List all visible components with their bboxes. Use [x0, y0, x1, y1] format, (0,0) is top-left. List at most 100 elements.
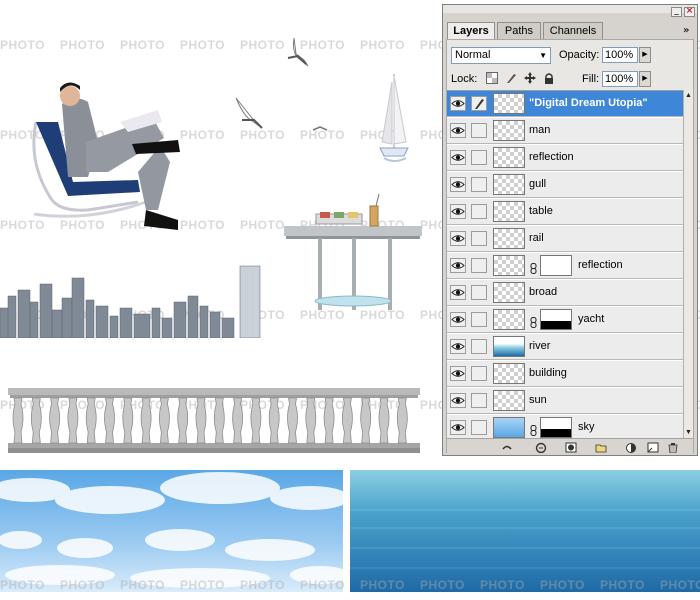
layer-row[interactable]: rail: [447, 226, 683, 252]
tab-channels[interactable]: Channels: [543, 22, 603, 39]
baluster: [49, 397, 60, 444]
layer-row[interactable]: gull: [447, 172, 683, 198]
link-cell[interactable]: [471, 231, 487, 246]
eye-visibility-icon[interactable]: [450, 258, 466, 273]
adjustment-layer-icon[interactable]: [625, 440, 637, 453]
link-cell[interactable]: [471, 312, 487, 327]
fill-input[interactable]: 100%: [602, 71, 638, 87]
fill-label: Fill:: [582, 73, 600, 85]
tab-paths[interactable]: Paths: [497, 22, 541, 39]
opacity-input[interactable]: 100%: [602, 47, 638, 63]
layer-thumbnail[interactable]: [493, 336, 525, 357]
link-cell[interactable]: [471, 393, 487, 408]
eye-visibility-icon[interactable]: [450, 312, 466, 327]
link-cell[interactable]: [471, 204, 487, 219]
balustrade-rail: [8, 388, 420, 453]
layer-thumbnail[interactable]: [493, 147, 525, 168]
chain-link-icon[interactable]: [530, 315, 537, 328]
link-cell[interactable]: [471, 123, 487, 138]
lock-all-icon[interactable]: [543, 72, 555, 84]
eye-visibility-icon[interactable]: [450, 420, 466, 435]
add-mask-icon[interactable]: [565, 440, 577, 453]
blend-mode-dropdown[interactable]: Normal ▼: [451, 47, 551, 64]
layer-thumbnail[interactable]: [493, 282, 525, 303]
yacht-image: [379, 74, 409, 162]
brush-active-icon[interactable]: [471, 96, 487, 111]
baluster: [177, 397, 189, 444]
layer-row[interactable]: broad: [447, 280, 683, 306]
new-layer-icon[interactable]: [647, 440, 659, 453]
opacity-slider-arrow[interactable]: ▶: [639, 47, 651, 63]
layer-row[interactable]: sun: [447, 388, 683, 414]
layer-thumbnail[interactable]: [493, 120, 525, 141]
fill-slider-arrow[interactable]: ▶: [639, 71, 651, 87]
layer-mask-thumbnail[interactable]: [540, 417, 572, 438]
baluster: [12, 397, 24, 444]
eye-visibility-icon[interactable]: [450, 177, 466, 192]
layers-bottom-toolbar: [447, 438, 693, 454]
lock-position-move-icon[interactable]: [524, 72, 536, 84]
link-cell[interactable]: [471, 366, 487, 381]
layer-row[interactable]: building: [447, 361, 683, 387]
layer-name: rail: [529, 232, 544, 244]
layer-row[interactable]: river: [447, 334, 683, 360]
layer-row[interactable]: yacht: [447, 307, 683, 333]
link-cell[interactable]: [471, 339, 487, 354]
watermark-text: PHOTO: [120, 38, 165, 52]
scroll-up-icon[interactable]: ▲: [685, 92, 692, 99]
panel-menu-icon[interactable]: »: [683, 25, 689, 36]
eye-visibility-icon[interactable]: [450, 123, 466, 138]
layer-name: building: [529, 367, 567, 379]
lock-pixels-brush-icon[interactable]: [505, 72, 517, 84]
layer-thumbnail[interactable]: [493, 309, 525, 330]
delete-layer-icon[interactable]: [667, 440, 679, 454]
layer-name: gull: [529, 178, 547, 190]
chain-link-icon[interactable]: [530, 423, 537, 436]
minimize-button[interactable]: _: [671, 7, 682, 17]
layer-thumbnail[interactable]: [493, 201, 525, 222]
layer-thumbnail[interactable]: [493, 363, 525, 384]
scroll-down-icon[interactable]: ▼: [685, 429, 692, 436]
layer-row[interactable]: reflection: [447, 253, 683, 279]
layer-row[interactable]: reflection: [447, 145, 683, 171]
layer-mask-thumbnail[interactable]: [540, 255, 572, 276]
chain-link-icon[interactable]: [530, 261, 537, 274]
layer-thumbnail[interactable]: [493, 93, 525, 114]
layer-row[interactable]: table: [447, 199, 683, 225]
layer-thumbnail[interactable]: [493, 174, 525, 195]
city-buildings-image: [0, 265, 261, 338]
gull-3-image: [312, 126, 328, 131]
layer-thumbnail[interactable]: [493, 228, 525, 249]
tab-layers[interactable]: Layers: [447, 22, 495, 40]
link-cell[interactable]: [471, 420, 487, 435]
eye-visibility-icon[interactable]: [450, 285, 466, 300]
eye-visibility-icon[interactable]: [450, 231, 466, 246]
layer-thumbnail[interactable]: [493, 255, 525, 276]
layers-scrollbar[interactable]: ▲ ▼: [683, 90, 693, 438]
eye-visibility-icon[interactable]: [450, 150, 466, 165]
close-button[interactable]: ×: [684, 7, 695, 17]
link-layers-icon[interactable]: [501, 440, 513, 451]
lock-transparency-icon[interactable]: [486, 72, 498, 84]
link-cell[interactable]: [471, 150, 487, 165]
eye-visibility-icon[interactable]: [450, 204, 466, 219]
sea-photo: [350, 470, 700, 592]
layer-row[interactable]: "Digital Dream Utopia": [447, 91, 683, 117]
panel-grip[interactable]: [443, 5, 697, 13]
eye-visibility-icon[interactable]: [450, 339, 466, 354]
layer-style-icon[interactable]: [535, 440, 547, 454]
watermark-text: PHOTO: [300, 128, 345, 142]
layer-row[interactable]: man: [447, 118, 683, 144]
layer-name: man: [529, 124, 551, 136]
eye-visibility-icon[interactable]: [450, 96, 466, 111]
new-group-icon[interactable]: [595, 440, 607, 453]
layer-thumbnail[interactable]: [493, 417, 525, 438]
link-cell[interactable]: [471, 177, 487, 192]
link-cell[interactable]: [471, 285, 487, 300]
layer-thumbnail[interactable]: [493, 390, 525, 411]
link-cell[interactable]: [471, 258, 487, 273]
eye-visibility-icon[interactable]: [450, 366, 466, 381]
eye-visibility-icon[interactable]: [450, 393, 466, 408]
baluster: [30, 397, 42, 444]
layer-mask-thumbnail[interactable]: [540, 309, 572, 330]
